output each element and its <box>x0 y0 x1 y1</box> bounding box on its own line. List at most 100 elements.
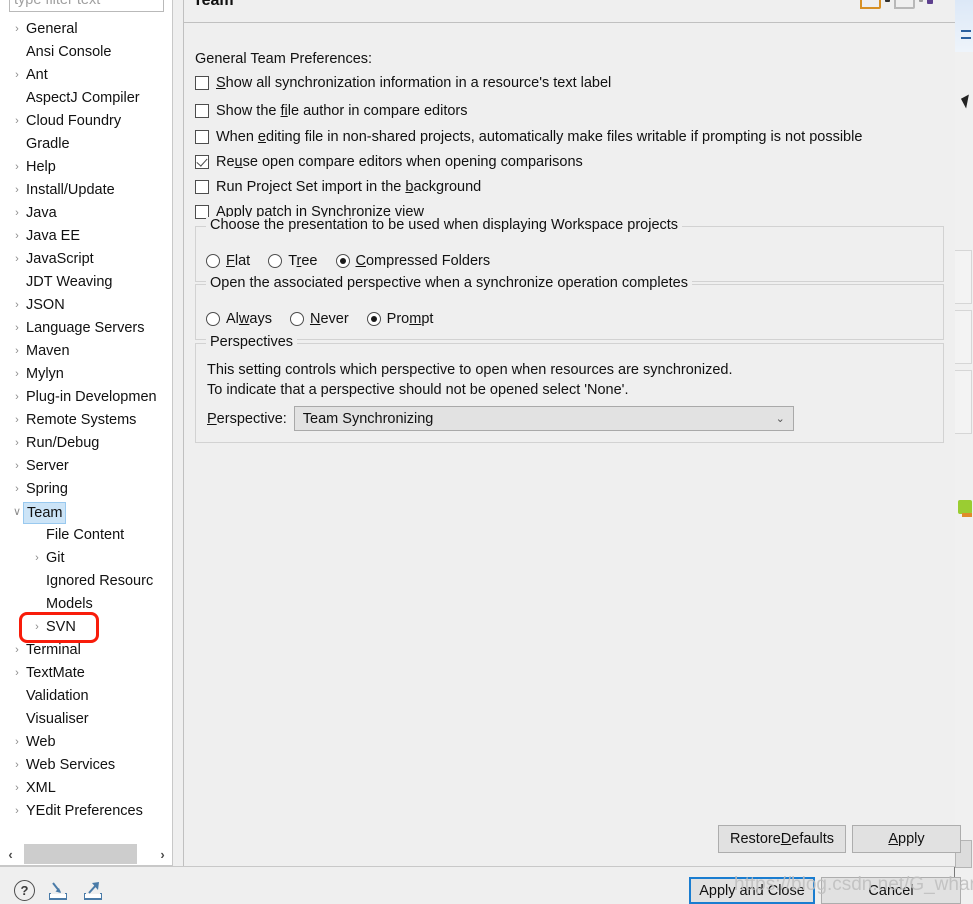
checkbox-unchecked-icon[interactable] <box>195 180 209 194</box>
chevron-right-icon[interactable]: › <box>10 639 24 662</box>
annotation-dot-icon[interactable] <box>885 0 890 2</box>
chevron-right-icon[interactable]: › <box>10 110 24 133</box>
scroll-right-icon[interactable]: › <box>152 844 173 864</box>
tree-item-ignored-resourc[interactable]: Ignored Resourc <box>0 570 173 593</box>
tree-item-javascript[interactable]: ›JavaScript <box>0 248 173 271</box>
chevron-right-icon[interactable]: › <box>10 248 24 271</box>
tree-item-models[interactable]: Models <box>0 593 173 616</box>
tree-item-textmate[interactable]: ›TextMate <box>0 662 173 685</box>
tree-item-java-ee[interactable]: ›Java EE <box>0 225 173 248</box>
checkbox-unchecked-icon[interactable] <box>195 104 209 118</box>
chevron-right-icon[interactable]: › <box>10 777 24 800</box>
tree-item-plug-in-developmen[interactable]: ›Plug-in Developmen <box>0 386 173 409</box>
checkbox-row-1[interactable]: Show all synchronization information in … <box>195 75 611 91</box>
preferences-tree[interactable]: ›General Ansi Console›Ant AspectJ Compil… <box>0 18 173 823</box>
tree-item-help[interactable]: ›Help <box>0 156 173 179</box>
tree-item-ant[interactable]: ›Ant <box>0 64 173 87</box>
chevron-right-icon[interactable]: › <box>10 432 24 455</box>
tree-item-web-services[interactable]: ›Web Services <box>0 754 173 777</box>
tree-item-maven[interactable]: ›Maven <box>0 340 173 363</box>
chevron-right-icon[interactable]: › <box>10 317 24 340</box>
tree-item-server[interactable]: ›Server <box>0 455 173 478</box>
chevron-right-icon[interactable]: › <box>10 409 24 432</box>
tree-item-json[interactable]: ›JSON <box>0 294 173 317</box>
export-preferences-icon[interactable] <box>81 881 105 901</box>
tree-item-install-update[interactable]: ›Install/Update <box>0 179 173 202</box>
scroll-left-icon[interactable]: ‹ <box>0 844 21 864</box>
tree-item-aspectj-compiler[interactable]: AspectJ Compiler <box>0 87 173 110</box>
chevron-right-icon[interactable]: › <box>10 340 24 363</box>
tree-horizontal-scrollbar[interactable]: ‹ › <box>0 842 173 865</box>
perspective-open-radio-3[interactable]: Prompt <box>367 311 434 327</box>
chevron-right-icon[interactable]: › <box>10 179 24 202</box>
perspective-open-radio-2[interactable]: Never <box>290 311 349 327</box>
cancel-button[interactable]: Cancel <box>821 877 961 904</box>
annotation-purple-icon[interactable] <box>927 0 933 4</box>
tree-item-terminal[interactable]: ›Terminal <box>0 639 173 662</box>
tree-item-git[interactable]: ›Git <box>0 547 173 570</box>
annotation-small-dot-icon[interactable] <box>919 0 923 2</box>
tree-item-gradle[interactable]: Gradle <box>0 133 173 156</box>
chevron-right-icon[interactable]: › <box>30 616 44 639</box>
presentation-radio-2[interactable]: Tree <box>268 253 317 269</box>
chevron-right-icon[interactable]: › <box>10 18 24 41</box>
chevron-down-icon[interactable]: ∨ <box>10 501 24 524</box>
annotation-orange-icon[interactable] <box>860 0 881 9</box>
chevron-right-icon[interactable]: › <box>10 156 24 179</box>
tree-item-spring[interactable]: ›Spring <box>0 478 173 501</box>
tree-item-cloud-foundry[interactable]: ›Cloud Foundry <box>0 110 173 133</box>
tree-item-svn[interactable]: ›SVN <box>0 616 173 639</box>
scroll-thumb[interactable] <box>24 844 137 864</box>
apply-and-close-button[interactable]: Apply and Close <box>689 877 815 904</box>
chevron-right-icon[interactable]: › <box>10 800 24 823</box>
presentation-radio-3[interactable]: Compressed Folders <box>336 253 491 269</box>
chevron-right-icon[interactable]: › <box>10 455 24 478</box>
radio-selected-icon[interactable] <box>367 312 381 326</box>
radio-unselected-icon[interactable] <box>268 254 282 268</box>
checkbox-row-3[interactable]: When editing file in non-shared projects… <box>195 129 862 145</box>
checkbox-checked-icon[interactable] <box>195 155 209 169</box>
chevron-right-icon[interactable]: › <box>10 386 24 409</box>
tree-item-language-servers[interactable]: ›Language Servers <box>0 317 173 340</box>
chevron-right-icon[interactable]: › <box>10 64 24 87</box>
chevron-right-icon[interactable]: › <box>10 731 24 754</box>
chevron-right-icon[interactable]: › <box>10 294 24 317</box>
checkbox-unchecked-icon[interactable] <box>195 76 209 90</box>
checkbox-row-4[interactable]: Reuse open compare editors when opening … <box>195 154 583 170</box>
tree-item-jdt-weaving[interactable]: JDT Weaving <box>0 271 173 294</box>
chevron-right-icon[interactable]: › <box>10 754 24 777</box>
restore-defaults-button[interactable]: Restore Defaults <box>718 825 846 853</box>
tree-item-ansi-console[interactable]: Ansi Console <box>0 41 173 64</box>
import-preferences-icon[interactable] <box>46 881 70 901</box>
perspective-open-radio-group[interactable]: Always Never Prompt <box>206 311 451 327</box>
annotation-grey-icon[interactable] <box>894 0 915 9</box>
checkbox-row-2[interactable]: Show the file author in compare editors <box>195 103 468 119</box>
radio-unselected-icon[interactable] <box>206 312 220 326</box>
tree-item-java[interactable]: ›Java <box>0 202 173 225</box>
chevron-right-icon[interactable]: › <box>10 363 24 386</box>
tree-item-xml[interactable]: ›XML <box>0 777 173 800</box>
tree-item-mylyn[interactable]: ›Mylyn <box>0 363 173 386</box>
presentation-radio-group[interactable]: Flat Tree Compressed Folders <box>206 253 508 269</box>
help-icon[interactable]: ? <box>14 880 35 901</box>
tree-item-web[interactable]: ›Web <box>0 731 173 754</box>
tree-item-run-debug[interactable]: ›Run/Debug <box>0 432 173 455</box>
chevron-right-icon[interactable]: › <box>10 202 24 225</box>
perspective-combobox[interactable]: Team Synchronizing ⌄ <box>294 406 794 431</box>
radio-unselected-icon[interactable] <box>290 312 304 326</box>
tree-item-team[interactable]: ∨Team <box>0 501 173 524</box>
chevron-right-icon[interactable]: › <box>10 478 24 501</box>
tree-item-remote-systems[interactable]: ›Remote Systems <box>0 409 173 432</box>
presentation-radio-1[interactable]: Flat <box>206 253 250 269</box>
filter-input[interactable] <box>9 0 164 12</box>
tree-item-general[interactable]: ›General <box>0 18 173 41</box>
perspective-open-radio-1[interactable]: Always <box>206 311 272 327</box>
radio-unselected-icon[interactable] <box>206 254 220 268</box>
checkbox-row-5[interactable]: Run Project Set import in the background <box>195 179 481 195</box>
radio-selected-icon[interactable] <box>336 254 350 268</box>
tree-item-visualiser[interactable]: Visualiser <box>0 708 173 731</box>
scroll-track[interactable] <box>21 844 152 864</box>
tree-item-validation[interactable]: Validation <box>0 685 173 708</box>
checkbox-unchecked-icon[interactable] <box>195 130 209 144</box>
apply-button[interactable]: Apply <box>852 825 961 853</box>
